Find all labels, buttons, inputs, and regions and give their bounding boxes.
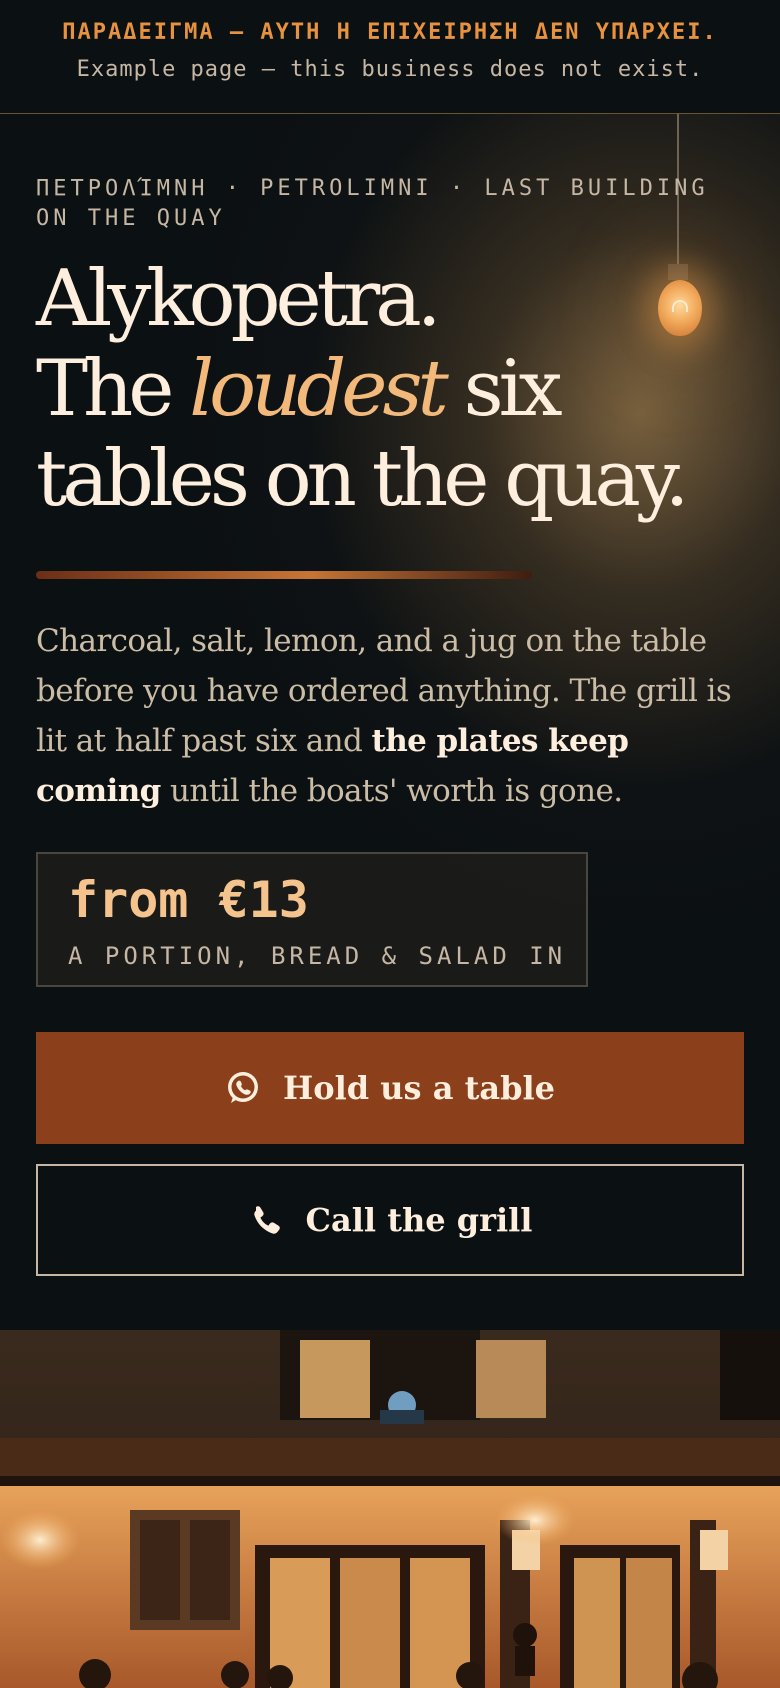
restaurant-facade-photo: [0, 1330, 780, 1688]
demo-notice-greek: ΠΑΡΑΔΕΙΓΜΑ — ΑΥΤΗ Η ΕΠΙΧΕΙΡΗΣΗ ΔΕΝ ΥΠΑΡΧ…: [62, 20, 718, 45]
hero-headline: Alykopetra. The loudest six tables on th…: [36, 254, 756, 524]
price-value: from €13: [68, 871, 309, 929]
headline-emphasis: loudest: [189, 344, 449, 434]
decorative-divider: [36, 571, 532, 579]
hero-description: Charcoal, salt, lemon, and a jug on the …: [36, 616, 736, 816]
demo-notice-english: Example page — this business does not ex…: [76, 57, 704, 82]
headline-line-2-start: The: [36, 344, 190, 434]
location-eyebrow: ΠΕΤΡΟΛΊΜΝΗ · PETROLIMNI · LAST BUILDING …: [36, 176, 709, 231]
headline-line-3: tables on the quay.: [36, 434, 689, 524]
price-card: from €13 A PORTION, BREAD & SALAD IN: [36, 852, 588, 987]
demo-notice-banner: ΠΑΡΑΔΕΙΓΜΑ — ΑΥΤΗ Η ΕΠΙΧΕΙΡΗΣΗ ΔΕΝ ΥΠΑΡΧ…: [0, 0, 780, 114]
hold-table-button[interactable]: Hold us a table: [36, 1032, 744, 1144]
description-text-end: until the boats' worth is gone.: [160, 773, 623, 809]
hold-table-label: Hold us a table: [283, 1069, 555, 1107]
call-grill-button[interactable]: Call the grill: [36, 1164, 744, 1276]
call-grill-label: Call the grill: [305, 1201, 533, 1239]
whatsapp-icon: [225, 1070, 261, 1106]
price-note: A PORTION, BREAD & SALAD IN: [68, 942, 567, 970]
hero-section: ΠΕΤΡΟΛΊΜΝΗ · PETROLIMNI · LAST BUILDING …: [0, 114, 780, 1330]
headline-line-2-end: six: [443, 344, 563, 434]
phone-icon: [248, 1202, 284, 1238]
headline-line-1: Alykopetra.: [36, 254, 442, 344]
